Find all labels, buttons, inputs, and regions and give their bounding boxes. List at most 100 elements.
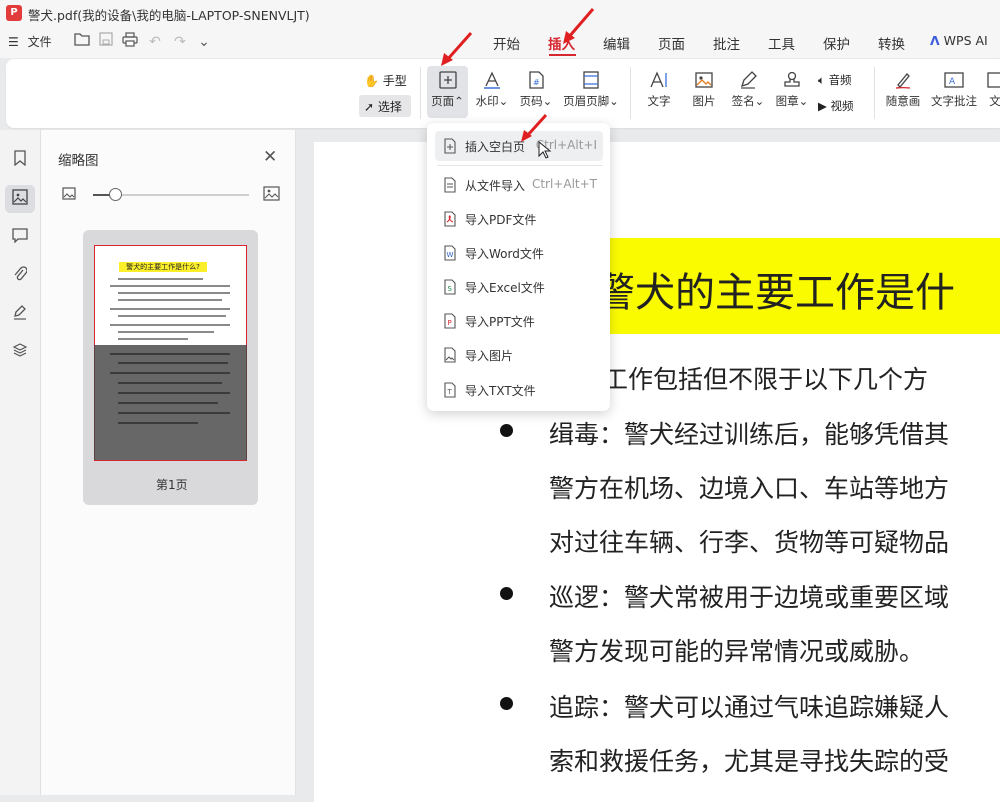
word-file-icon: W	[444, 245, 456, 261]
text-comment-button[interactable]: A 文字批注	[929, 70, 979, 109]
cursor-icon: ➚	[364, 100, 375, 114]
thumb-line	[118, 402, 218, 404]
thumb-line	[118, 292, 230, 294]
video-icon: ▶︎	[818, 99, 827, 113]
page-number-button[interactable]: # 页码⌄	[518, 70, 554, 109]
dropdown-item-label: 插入空白页	[465, 140, 526, 154]
dropdown-item-import-txt[interactable]: T 导入TXT文件	[435, 375, 603, 405]
image-button[interactable]: 图片	[688, 70, 720, 109]
video-button[interactable]: ▶︎ 视频	[818, 98, 854, 114]
stamp-button[interactable]: 图章⌄	[773, 70, 811, 109]
header-footer-label: 页眉页脚⌄	[563, 94, 619, 108]
panel-title: 缩略图	[58, 153, 99, 169]
watermark-label: 水印⌄	[475, 94, 509, 108]
sign-label: 签名⌄	[731, 94, 765, 108]
bullet-marker	[500, 697, 513, 710]
dropdown-item-import-image[interactable]: 导入图片	[435, 340, 603, 370]
file-menu-label: 文件	[27, 35, 52, 49]
watermark-button[interactable]: 水印⌄	[474, 70, 510, 109]
pdf-file-icon	[444, 211, 456, 227]
undo-icon[interactable]: ↶	[145, 32, 165, 52]
redo-icon[interactable]: ↷	[170, 32, 190, 52]
paragraph-line: 追踪：警犬可以通过气味追踪嫌疑人	[549, 693, 950, 722]
thumb-line	[118, 382, 222, 384]
page-number-icon: #	[529, 71, 544, 89]
dropdown-item-import-pdf[interactable]: 导入PDF文件	[435, 204, 603, 234]
dropdown-item-label: 导入图片	[465, 349, 514, 363]
tab-annotate[interactable]: 批注	[713, 33, 740, 53]
ribbon-divider	[874, 67, 875, 119]
thumb-line	[118, 315, 226, 317]
tab-start[interactable]: 开始	[493, 33, 520, 53]
freehand-label: 随意画	[885, 94, 921, 108]
file-menu-button[interactable]: ☰ 文件	[8, 33, 52, 50]
tab-convert[interactable]: 转换	[878, 33, 905, 53]
dropdown-item-import-from-file[interactable]: 从文件导入 Ctrl+Alt+T	[435, 170, 603, 200]
small-image-icon[interactable]	[62, 187, 76, 203]
thumb-line	[118, 278, 203, 280]
dropdown-item-label: 导入PDF文件	[465, 213, 537, 227]
paragraph-line: 警方发现可能的异常情况或威胁。	[549, 637, 925, 666]
print-icon[interactable]	[120, 32, 140, 52]
thumb-line	[118, 362, 228, 364]
hand-tool-label: 手型	[382, 74, 407, 88]
thumb-line	[118, 422, 198, 424]
app-icon: P	[6, 5, 22, 21]
audio-label: 音频	[828, 73, 852, 87]
wps-ai-button[interactable]: Λ WPS AI	[930, 33, 988, 48]
hand-icon: ✋	[364, 74, 379, 88]
dropdown-item-label: 从文件导入	[465, 179, 526, 193]
save-icon[interactable]	[96, 32, 116, 52]
attachment-icon[interactable]	[10, 266, 30, 286]
page-button[interactable]: 页面⌃	[427, 70, 468, 109]
dropdown-item-label: 导入TXT文件	[465, 384, 536, 398]
active-tab-underline	[549, 54, 576, 56]
svg-text:W: W	[447, 251, 454, 259]
tab-tools[interactable]: 工具	[768, 33, 795, 53]
textbox-icon	[987, 72, 1000, 88]
chevron-down-icon[interactable]: ⌄	[194, 32, 214, 52]
tab-page[interactable]: 页面	[658, 33, 685, 53]
blank-page-icon	[444, 138, 456, 154]
excel-file-icon: S	[444, 279, 456, 295]
large-image-icon[interactable]	[263, 186, 280, 204]
dropdown-item-label: 导入Excel文件	[465, 281, 545, 295]
text-button[interactable]: 文字	[643, 70, 675, 109]
comment-icon[interactable]	[10, 228, 30, 248]
thumbnail-icon[interactable]	[10, 189, 30, 209]
dropdown-divider	[437, 165, 603, 166]
ppt-file-icon: P	[444, 313, 456, 329]
speaker-icon: 🔈︎	[818, 73, 825, 87]
dropdown-item-import-ppt[interactable]: P 导入PPT文件	[435, 306, 603, 336]
bullet-marker	[500, 587, 513, 600]
image-label: 图片	[692, 94, 716, 108]
svg-text:S: S	[448, 285, 453, 293]
dropdown-item-import-word[interactable]: W 导入Word文件	[435, 238, 603, 268]
close-icon[interactable]: ✕	[263, 147, 277, 167]
dropdown-item-import-excel[interactable]: S 导入Excel文件	[435, 272, 603, 302]
txt-file-icon: T	[444, 382, 456, 398]
select-tool: ➚ 选择	[364, 98, 402, 115]
freehand-button[interactable]: 随意画	[884, 70, 922, 109]
open-folder-icon[interactable]	[72, 32, 92, 52]
page-number-label: 页码⌄	[519, 94, 553, 108]
header-footer-button[interactable]: 页眉页脚⌄	[562, 70, 620, 109]
zoom-slider-handle[interactable]	[109, 188, 122, 201]
layers-icon[interactable]	[10, 342, 30, 362]
hand-tool-button[interactable]: ✋ 手型	[364, 72, 407, 89]
thumb-line	[110, 324, 230, 326]
audio-button[interactable]: 🔈︎ 音频	[818, 72, 852, 88]
signature-icon[interactable]	[10, 304, 30, 324]
ribbon-divider	[420, 67, 421, 119]
ribbon-divider	[630, 67, 631, 119]
annotation-arrow-icon	[563, 8, 595, 44]
bookmark-icon[interactable]	[10, 150, 30, 170]
dropdown-item-label: 导入Word文件	[465, 247, 544, 261]
tab-edit[interactable]: 编辑	[603, 33, 630, 53]
tab-protect[interactable]: 保护	[823, 33, 850, 53]
stamp-label: 图章⌄	[775, 94, 809, 108]
svg-text:P: P	[448, 319, 452, 327]
more-ribbon-button[interactable]: 文	[985, 70, 1000, 109]
sign-button[interactable]: 签名⌄	[729, 70, 767, 109]
dropdown-item-label: 导入PPT文件	[465, 315, 535, 329]
